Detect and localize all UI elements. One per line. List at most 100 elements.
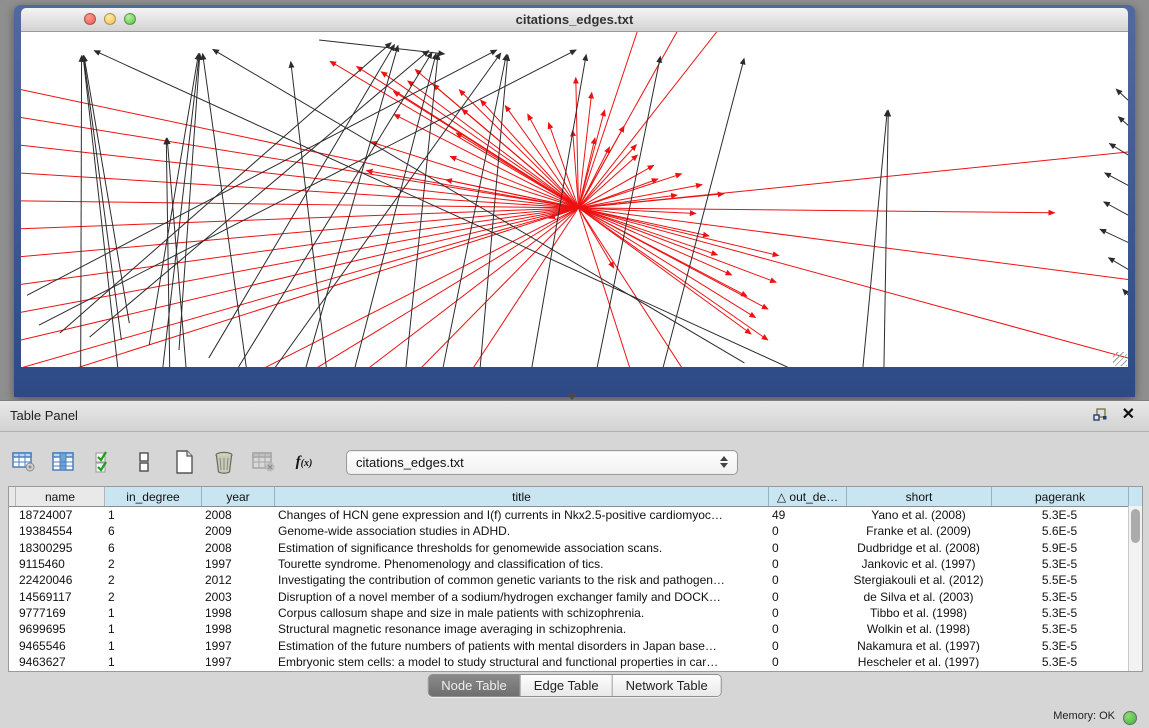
cell-pagerank: 5.3E-5: [991, 605, 1128, 621]
citation-edge-black: [84, 56, 129, 323]
citation-edge-black: [291, 62, 329, 367]
cell-name: 9465546: [15, 637, 104, 653]
table-row[interactable]: 1830029562008Estimation of significance …: [9, 540, 1142, 556]
cell-name: 9777169: [15, 605, 104, 621]
network-canvas[interactable]: [21, 32, 1128, 367]
close-panel-icon[interactable]: ✕: [1122, 406, 1135, 424]
table-row[interactable]: 1872400712008Changes of HCN gene express…: [9, 507, 1142, 523]
table-selector-dropdown[interactable]: citations_edges.txt: [346, 450, 738, 475]
cell-out_de: 0: [768, 654, 846, 670]
citation-edge-black: [213, 49, 745, 362]
cell-name: 9699695: [15, 621, 104, 637]
float-panel-icon[interactable]: [1093, 408, 1108, 422]
delete-column-button[interactable]: [210, 448, 238, 476]
select-all-columns-button[interactable]: [90, 448, 118, 476]
citation-edge-black: [268, 53, 500, 367]
cell-in_degree: 1: [104, 654, 201, 670]
table-scrollbar[interactable]: [1128, 506, 1142, 671]
cell-out_de: 0: [768, 540, 846, 556]
cell-pagerank: 5.3E-5: [991, 556, 1128, 572]
checks-icon: [94, 451, 114, 473]
tab-edge-table[interactable]: Edge Table: [521, 675, 613, 696]
table-row[interactable]: 1456911722003Disruption of a novel membe…: [9, 588, 1142, 604]
cell-year: 1998: [201, 621, 274, 637]
table-col-icon: [52, 451, 76, 473]
cell-title: Estimation of significance thresholds fo…: [274, 540, 768, 556]
resize-grip-icon[interactable]: [1113, 352, 1127, 366]
table-body: 1872400712008Changes of HCN gene express…: [9, 507, 1142, 670]
citation-edge-black: [884, 111, 889, 367]
citation-edge-black: [1123, 289, 1128, 302]
minimize-window-button[interactable]: [104, 13, 116, 25]
column-header-year[interactable]: year: [202, 487, 275, 506]
column-header-short[interactable]: short: [847, 487, 992, 506]
cell-in_degree: 1: [104, 507, 201, 523]
citation-edge-red: [371, 142, 578, 208]
column-header-name[interactable]: name: [16, 487, 105, 506]
tab-network-table[interactable]: Network Table: [613, 675, 721, 696]
function-icon: f(x): [296, 454, 313, 471]
citation-edge-black: [83, 56, 120, 367]
citation-edge-red: [505, 106, 578, 208]
cell-short: Nakamura et al. (1997): [846, 637, 991, 653]
cell-year: 1997: [201, 556, 274, 572]
node-table: namein_degreeyeartitle△ out_de…shortpage…: [8, 486, 1143, 672]
cell-in_degree: 1: [104, 637, 201, 653]
delete-table-button[interactable]: [250, 448, 278, 476]
create-column-button[interactable]: [170, 448, 198, 476]
cell-out_de: 0: [768, 605, 846, 621]
tab-node-table[interactable]: Node Table: [428, 675, 521, 696]
show-columns-button[interactable]: [50, 448, 78, 476]
cell-short: Yano et al. (2008): [846, 507, 991, 523]
cell-short: Franke et al. (2009): [846, 523, 991, 539]
citation-edge-red: [578, 208, 1054, 213]
cell-short: Tibbo et al. (1998): [846, 605, 991, 621]
table-row[interactable]: 946554611997Estimation of the future num…: [9, 637, 1142, 653]
citation-edge-red: [578, 93, 591, 208]
table-row[interactable]: 946362711997Embryonic stem cells: a mode…: [9, 654, 1142, 670]
cell-pagerank: 5.3E-5: [991, 621, 1128, 637]
cell-name: 14569117: [15, 588, 104, 604]
table-scrollbar-thumb[interactable]: [1131, 509, 1140, 543]
column-header-in_degree[interactable]: in_degree: [105, 487, 202, 506]
table-row[interactable]: 969969511998Structural magnetic resonanc…: [9, 621, 1142, 637]
citation-edge-black: [1110, 144, 1128, 160]
dropdown-arrows-icon: [715, 456, 737, 468]
table-row[interactable]: 2242004622012Investigating the contribut…: [9, 572, 1142, 588]
close-window-button[interactable]: [84, 13, 96, 25]
rows-button[interactable]: [130, 448, 158, 476]
cell-pagerank: 5.3E-5: [991, 637, 1128, 653]
citation-edge-black: [657, 59, 744, 367]
memory-status-icon: [1123, 711, 1137, 725]
cell-short: Hescheler et al. (1997): [846, 654, 991, 670]
table-options-button[interactable]: [10, 448, 38, 476]
cell-name: 18724007: [15, 507, 104, 523]
table-row[interactable]: 911546021997Tourette syndrome. Phenomeno…: [9, 556, 1142, 572]
citation-edge-black: [149, 54, 198, 345]
column-header-out_de[interactable]: △ out_de…: [769, 487, 847, 506]
network-window-titlebar[interactable]: citations_edges.txt: [21, 8, 1128, 32]
cell-in_degree: 1: [104, 605, 201, 621]
citation-edge-red: [339, 208, 578, 367]
citation-edge-black: [1100, 229, 1128, 245]
cell-year: 1998: [201, 605, 274, 621]
column-header-pagerank[interactable]: pagerank: [992, 487, 1129, 506]
cell-year: 2003: [201, 588, 274, 604]
cell-in_degree: 2: [104, 572, 201, 588]
cell-year: 1997: [201, 654, 274, 670]
cell-out_de: 49: [768, 507, 846, 523]
table-row[interactable]: 977716911998Corpus callosum shape and si…: [9, 605, 1142, 621]
cell-title: Structural magnetic resonance image aver…: [274, 621, 768, 637]
cell-out_de: 0: [768, 637, 846, 653]
table-gear-icon: [12, 451, 36, 473]
table-row[interactable]: 1938455462009Genome-wide association stu…: [9, 523, 1142, 539]
edge-layer: [21, 32, 1128, 367]
zoom-window-button[interactable]: [124, 13, 136, 25]
citation-edge-red: [21, 208, 578, 340]
cell-title: Genome-wide association studies in ADHD.: [274, 523, 768, 539]
citation-edge-black: [1104, 202, 1128, 219]
cell-name: 18300295: [15, 540, 104, 556]
column-header-title[interactable]: title: [275, 487, 769, 506]
cell-title: Disruption of a novel member of a sodium…: [274, 588, 768, 604]
function-builder-button[interactable]: f(x): [290, 448, 318, 476]
